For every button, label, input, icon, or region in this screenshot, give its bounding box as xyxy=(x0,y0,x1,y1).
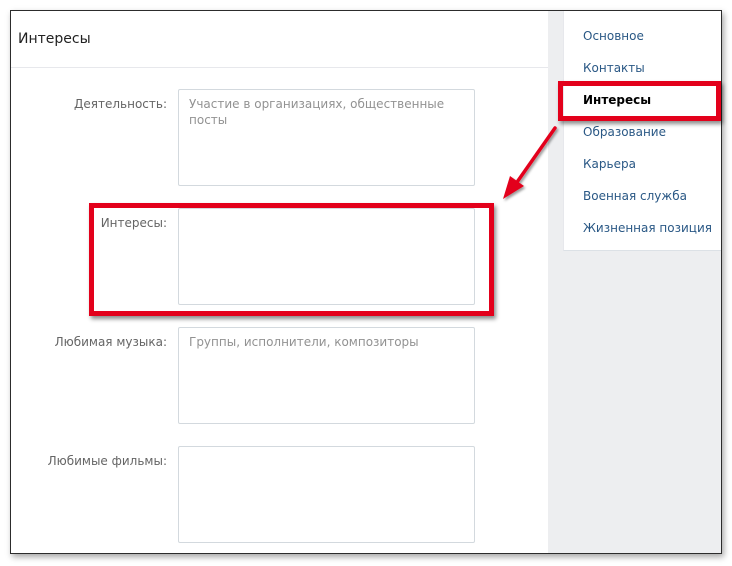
music-textarea[interactable] xyxy=(178,327,475,424)
movies-label: Любимые фильмы: xyxy=(47,454,167,468)
movies-textarea[interactable] xyxy=(178,446,475,543)
page-title: Интересы xyxy=(18,31,91,47)
activity-textarea[interactable] xyxy=(178,89,475,186)
sidebar-item-life-position[interactable]: Жизненная позиция xyxy=(583,221,712,235)
activity-label: Деятельность: xyxy=(74,97,167,111)
main-header: Интересы xyxy=(11,11,548,68)
sidebar-highlight-box xyxy=(558,81,721,121)
sidebar-menu: Основное Контакты Интересы Образование К… xyxy=(563,11,721,251)
sidebar-item-career[interactable]: Карьера xyxy=(583,157,636,171)
sidebar-item-contacts[interactable]: Контакты xyxy=(583,61,645,75)
field-highlight-box xyxy=(89,203,494,316)
sidebar-item-education[interactable]: Образование xyxy=(583,125,666,139)
sidebar-item-main[interactable]: Основное xyxy=(583,29,644,43)
sidebar-item-military[interactable]: Военная служба xyxy=(583,189,687,203)
music-label: Любимая музыка: xyxy=(54,335,167,349)
